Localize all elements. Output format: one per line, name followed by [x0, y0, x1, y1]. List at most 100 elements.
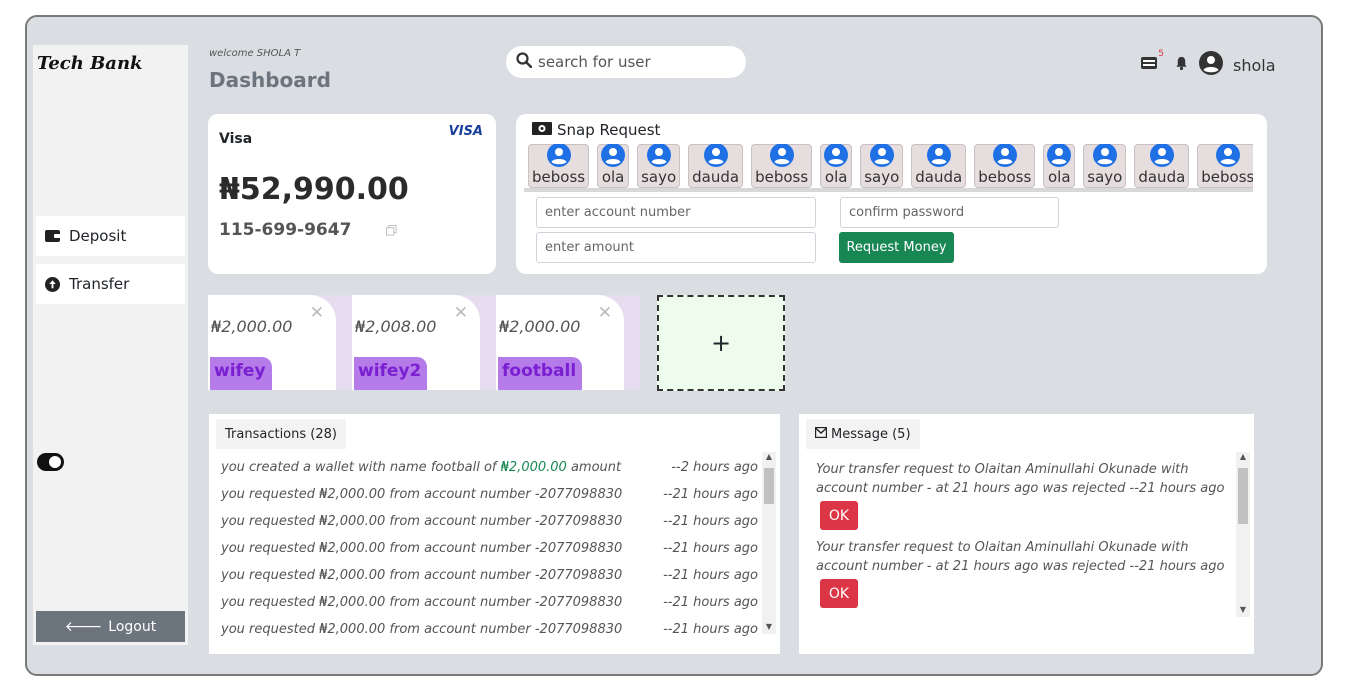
snap-request-title: Snap Request	[557, 121, 661, 139]
search-icon	[516, 52, 533, 72]
message-text: Your transfer request to Olaitan Aminull…	[816, 540, 1225, 574]
user-avatar-icon	[824, 144, 849, 167]
scrollbar-thumb[interactable]	[1238, 468, 1248, 524]
bell-icon[interactable]	[1174, 55, 1189, 75]
tab-transactions[interactable]: Transactions (28)	[216, 419, 346, 449]
snap-user-name: dauda	[1138, 168, 1186, 186]
user-avatar-icon	[869, 144, 894, 167]
wallet-card[interactable]: ₦2,008.00 ✕ wifey2	[352, 295, 480, 390]
page-title: Dashboard	[209, 68, 331, 92]
sidebar-item-label: Transfer	[69, 275, 130, 293]
snap-user-name: sayo	[864, 168, 900, 186]
user-avatar-icon	[1149, 144, 1174, 167]
transactions-scrollbar[interactable]: ▲ ▼	[762, 452, 776, 634]
money-icon	[532, 121, 552, 139]
snap-user-name: beboss	[755, 168, 809, 186]
snap-user[interactable]: sayo	[637, 144, 681, 188]
wallet-amount: ₦2,000.00	[499, 317, 581, 336]
snap-user-name: ola	[1048, 168, 1071, 186]
wallet-card[interactable]: ₦2,000.00 ✕ wifey	[208, 295, 336, 390]
snap-user[interactable]: dauda	[688, 144, 744, 188]
transaction-description: you requested ₦2,000.00 from account num…	[221, 622, 623, 637]
snap-user[interactable]: sayo	[1083, 144, 1127, 188]
add-wallet-button[interactable]: +	[657, 295, 785, 391]
user-avatar-icon	[769, 144, 794, 167]
close-icon[interactable]: ✕	[310, 303, 324, 323]
avatar-icon[interactable]	[1199, 51, 1223, 79]
wallet-card[interactable]: ₦2,000.00 ✕ football	[496, 295, 624, 390]
brand-logo: Tech Bank	[37, 53, 143, 74]
user-avatar-icon	[1047, 144, 1072, 167]
snap-request-header: Snap Request	[532, 121, 660, 139]
snap-user-list: beboss ola sayo dauda beboss ola sayo dauda bebo…	[524, 144, 1253, 188]
message-text: Your transfer request to Olaitan Aminull…	[816, 462, 1225, 496]
sidebar-item-deposit[interactable]: Deposit	[36, 216, 185, 256]
snap-user[interactable]: ola	[820, 144, 853, 188]
copy-icon[interactable]	[386, 221, 398, 236]
welcome-text: welcome SHOLA T	[209, 48, 301, 59]
ok-button[interactable]: OK	[820, 501, 858, 530]
confirm-password-input[interactable]	[840, 197, 1059, 228]
snap-user-name: beboss	[532, 168, 586, 186]
search-input[interactable]	[538, 53, 738, 71]
snap-user-name: ola	[824, 168, 848, 186]
ok-button[interactable]: OK	[820, 579, 858, 608]
request-money-button[interactable]: Request Money	[839, 232, 954, 263]
scroll-up-arrow-icon[interactable]: ▲	[1236, 452, 1250, 464]
snap-user[interactable]: beboss	[528, 144, 590, 188]
wallet-icon	[44, 228, 61, 245]
visa-card: Visa VISA ₦52,990.00 115-699-9647	[208, 114, 496, 274]
transaction-row: you requested ₦2,000.00 from account num…	[221, 541, 758, 568]
transaction-time: --21 hours ago	[663, 622, 758, 637]
user-avatar-icon	[703, 144, 728, 167]
snap-user-name: sayo	[641, 168, 677, 186]
transaction-description: you requested ₦2,000.00 from account num…	[221, 568, 623, 583]
messages-panel: Message (5) Your transfer request to Ola…	[799, 414, 1254, 654]
snap-user[interactable]: ola	[1043, 144, 1076, 188]
amount-input[interactable]	[536, 232, 816, 263]
snap-user-strip[interactable]: beboss ola sayo dauda beboss ola sayo dauda bebo…	[524, 144, 1253, 192]
transaction-text: you requested ₦2,000.00 from account num…	[221, 568, 622, 595]
transactions-panel: Transactions (28) you created a wallet w…	[209, 414, 780, 654]
scroll-up-arrow-icon[interactable]: ▲	[762, 452, 776, 464]
transaction-time: --21 hours ago	[663, 595, 758, 610]
scroll-down-arrow-icon[interactable]: ▼	[1236, 605, 1250, 617]
close-icon[interactable]: ✕	[598, 303, 612, 323]
snap-request-panel: Snap Request beboss ola sayo dauda beboss ola…	[516, 114, 1267, 274]
transaction-list: you created a wallet with name football …	[221, 460, 758, 649]
username[interactable]: shola	[1233, 56, 1276, 75]
snap-user[interactable]: sayo	[860, 144, 904, 188]
tab-messages[interactable]: Message (5)	[806, 419, 920, 449]
scroll-down-arrow-icon[interactable]: ▼	[762, 622, 776, 634]
transaction-text: you requested ₦2,000.00 from account num…	[221, 595, 622, 622]
card-balance: ₦52,990.00	[219, 172, 409, 207]
scrollbar-thumb[interactable]	[764, 468, 774, 504]
snap-user[interactable]: ola	[597, 144, 630, 188]
user-avatar-icon	[1215, 144, 1240, 167]
arrow-left-icon: 🡐	[64, 619, 103, 635]
transaction-amount: ₦2,000.00	[500, 460, 567, 475]
messages-scrollbar[interactable]: ▲ ▼	[1236, 452, 1250, 617]
transaction-text: you requested ₦2,000.00 from account num…	[221, 541, 622, 568]
user-avatar-icon	[992, 144, 1017, 167]
snap-user[interactable]: beboss	[751, 144, 813, 188]
close-icon[interactable]: ✕	[454, 303, 468, 323]
transaction-description: you created a wallet with name football …	[221, 460, 501, 475]
snap-user-name: sayo	[1087, 168, 1123, 186]
snap-user[interactable]: dauda	[911, 144, 967, 188]
transaction-row: you created a wallet with name football …	[221, 460, 758, 487]
snap-user[interactable]: dauda	[1134, 144, 1190, 188]
snap-user[interactable]: beboss	[1197, 144, 1253, 188]
transaction-time: --21 hours ago	[663, 487, 758, 502]
wallet-name: football	[498, 357, 583, 390]
search-bar[interactable]	[506, 46, 746, 78]
transaction-text: you requested ₦2,000.00 from account num…	[221, 514, 622, 541]
user-toolbar: 5 shola	[1140, 49, 1276, 79]
theme-toggle[interactable]	[37, 453, 64, 471]
logout-button[interactable]: 🡐 Logout	[36, 611, 185, 642]
user-avatar-icon	[926, 144, 951, 167]
account-number-input[interactable]	[536, 197, 816, 228]
sidebar-item-transfer[interactable]: Transfer	[36, 264, 185, 304]
mail-icon[interactable]: 5	[1140, 49, 1164, 75]
snap-user[interactable]: beboss	[974, 144, 1036, 188]
